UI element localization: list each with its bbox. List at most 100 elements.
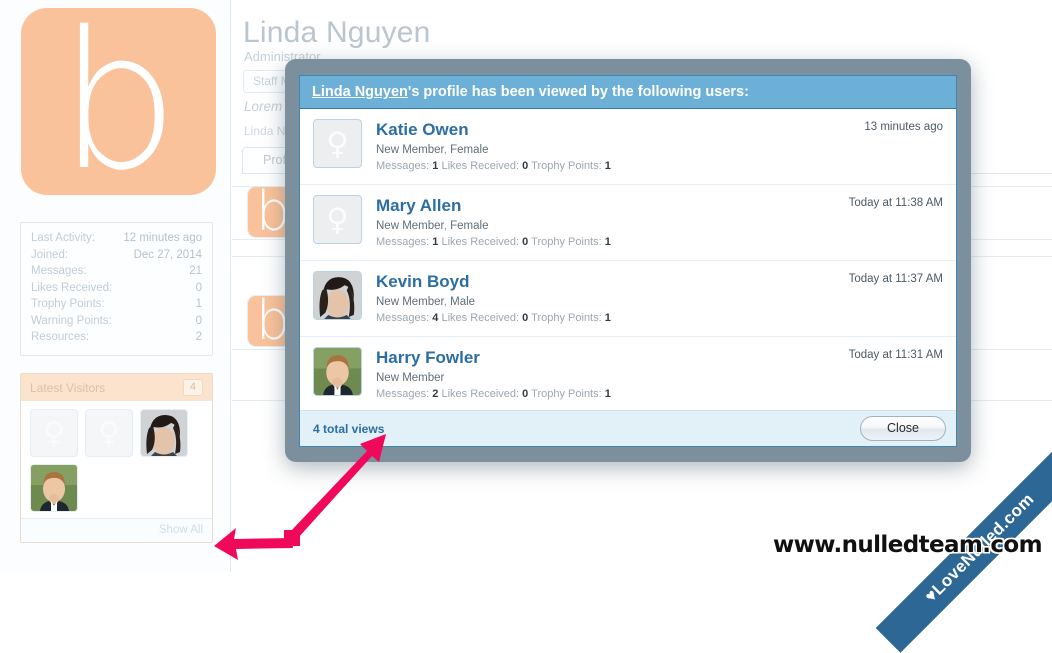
trophy-value: 1 (604, 236, 611, 248)
stat-value: 21 (189, 265, 202, 277)
user-stats: Messages: 4 Likes Received: 0 Trophy Poi… (376, 311, 611, 325)
user-meta: New Member, Male (376, 296, 476, 308)
row-avatar[interactable] (313, 347, 362, 396)
stat-value: 0 (195, 314, 202, 327)
stat-label: Trophy Points: (31, 298, 105, 310)
user-gender: Male (450, 296, 476, 308)
row-info: Katie Owen New Member, Female Messages: … (376, 119, 611, 173)
user-name-link[interactable]: Katie Owen (376, 120, 611, 139)
female-symbol-icon: ♀ (326, 201, 349, 238)
user-gender: Female (450, 144, 489, 156)
avatar-photo-blond-man (31, 465, 77, 511)
member-status: New Member (376, 144, 444, 156)
row-avatar[interactable]: ♀ (313, 119, 362, 168)
latest-visitors-thumbs: ♀ ♀ (21, 401, 212, 518)
trophy-label: Trophy Points: (531, 388, 602, 400)
trophy-value: 1 (604, 160, 611, 172)
visitor-thumb[interactable]: ♀ (85, 409, 133, 457)
show-all-link[interactable]: Show All (159, 524, 203, 536)
trophy-value: 1 (604, 388, 611, 400)
profile-views-modal: Linda Nguyen's profile has been viewed b… (299, 75, 957, 447)
likes-value: 0 (522, 160, 529, 172)
messages-value: 4 (432, 312, 439, 324)
messages-label: Messages: (376, 388, 430, 400)
view-timestamp: Today at 11:38 AM (848, 197, 943, 209)
likes-label: Likes Received: (441, 388, 520, 400)
stat-value: 1 (195, 298, 202, 310)
messages-label: Messages: (376, 236, 430, 248)
stat-value: 2 (195, 331, 202, 343)
row-avatar[interactable]: ♀ (313, 195, 362, 244)
view-timestamp: 13 minutes ago (864, 121, 943, 133)
stat-label: Warning Points: (31, 314, 112, 327)
latest-visitors-footer: Show All (21, 518, 212, 542)
messages-value: 2 (432, 388, 439, 400)
stat-row: Likes Received: 0 (31, 280, 202, 297)
modal-title-text: 's profile has been viewed by the follow… (407, 84, 749, 100)
likes-value: 0 (522, 388, 529, 400)
profile-stats-box: Last Activity: 12 minutes ago Joined: De… (20, 222, 213, 356)
stat-label: Likes Received: (31, 281, 113, 294)
profile-sidebar: b Last Activity: 12 minutes ago Joined: … (0, 0, 231, 572)
watermark-url: www.nulledteam.com (772, 532, 1043, 558)
stat-row: Resources: 2 (31, 329, 202, 346)
modal-title-owner-link[interactable]: Linda Nguyen (312, 84, 408, 100)
user-meta: New Member, Female (376, 220, 489, 232)
avatar-photo-dark-hair (314, 272, 361, 319)
likes-label: Likes Received: (441, 236, 520, 248)
female-symbol-icon: ♀ (326, 125, 349, 162)
latest-visitors-count-badge: 4 (182, 379, 203, 396)
female-symbol-icon: ♀ (98, 415, 120, 451)
trophy-label: Trophy Points: (531, 160, 602, 172)
stat-label: Joined: (31, 248, 69, 261)
trophy-label: Trophy Points: (531, 312, 602, 324)
view-timestamp: Today at 11:31 AM (848, 349, 943, 361)
stat-value: Dec 27, 2014 (133, 248, 202, 261)
stat-row: Last Activity: 12 minutes ago (31, 230, 202, 247)
avatar-letter: b (58, 0, 179, 212)
close-button[interactable]: Close (860, 416, 946, 441)
latest-visitors-title: Latest Visitors (30, 380, 106, 395)
profile-avatar[interactable]: b (21, 0, 216, 212)
latest-visitors-panel: Latest Visitors 4 ♀ ♀ Show All (20, 373, 213, 543)
user-stats: Messages: 1 Likes Received: 0 Trophy Poi… (376, 235, 611, 249)
member-status: New Member (376, 220, 444, 232)
table-row[interactable]: Kevin Boyd New Member, Male Messages: 4 … (300, 261, 956, 337)
likes-value: 0 (522, 312, 529, 324)
likes-value: 0 (522, 236, 529, 248)
member-status: New Member (376, 296, 444, 308)
view-timestamp: Today at 11:37 AM (848, 273, 943, 285)
user-meta: New Member, Female (376, 144, 489, 156)
user-stats: Messages: 2 Likes Received: 0 Trophy Poi… (376, 387, 611, 401)
visitor-thumb[interactable]: ♀ (30, 409, 78, 457)
table-row[interactable]: ♀ Mary Allen New Member, Female Messages… (300, 185, 956, 261)
table-row[interactable]: ♀ Katie Owen New Member, Female Messages… (300, 109, 956, 185)
member-status: New Member (376, 372, 445, 384)
messages-value: 1 (432, 236, 439, 248)
row-info: Harry Fowler New Member Messages: 2 Like… (376, 347, 611, 401)
messages-value: 1 (432, 160, 439, 172)
row-info: Mary Allen New Member, Female Messages: … (376, 195, 611, 249)
visitor-thumb[interactable] (30, 464, 78, 512)
user-name-link[interactable]: Kevin Boyd (376, 272, 611, 291)
row-avatar[interactable] (313, 271, 362, 320)
visitor-thumb[interactable] (140, 409, 188, 457)
table-row[interactable]: Harry Fowler New Member Messages: 2 Like… (300, 337, 956, 410)
likes-label: Likes Received: (441, 312, 520, 324)
stat-value: 0 (195, 281, 202, 294)
trophy-value: 1 (604, 312, 611, 324)
trophy-label: Trophy Points: (531, 236, 602, 248)
messages-label: Messages: (376, 160, 430, 172)
profile-stats-list: Last Activity: 12 minutes ago Joined: De… (31, 230, 202, 346)
avatar-photo-blond-man (314, 348, 361, 395)
user-meta: New Member (376, 371, 611, 385)
latest-visitors-header: Latest Visitors 4 (21, 374, 212, 401)
avatar-photo-dark-hair (141, 410, 187, 456)
user-name-link[interactable]: Harry Fowler (376, 348, 611, 367)
modal-footer: 4 total views Close (300, 410, 956, 446)
user-name-link[interactable]: Mary Allen (376, 196, 611, 215)
stat-row: Joined: Dec 27, 2014 (31, 247, 202, 264)
stat-label: Messages: (31, 265, 87, 277)
female-symbol-icon: ♀ (43, 415, 65, 451)
total-views-link[interactable]: 4 total views (313, 422, 384, 436)
